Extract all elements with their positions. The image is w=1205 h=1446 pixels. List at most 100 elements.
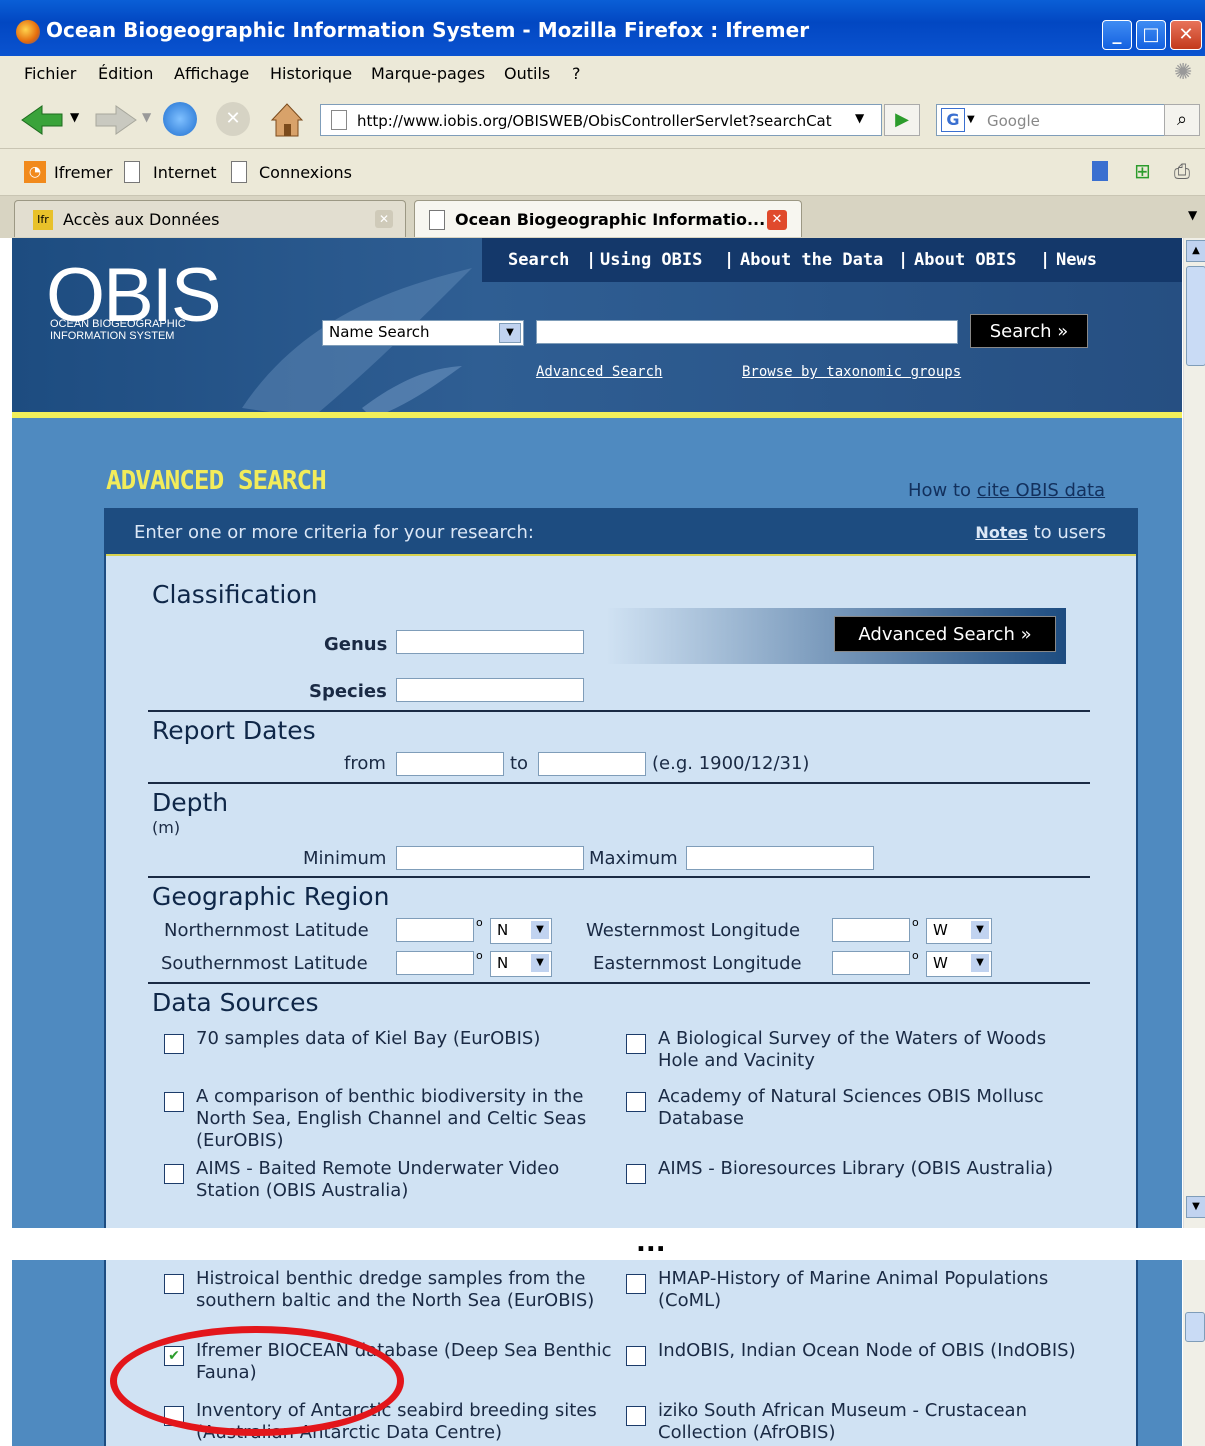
east-lon-input[interactable] <box>832 951 910 975</box>
reload-icon[interactable] <box>163 102 197 136</box>
source-checkbox[interactable] <box>626 1164 646 1184</box>
advanced-search-button[interactable]: Advanced Search » <box>834 616 1056 652</box>
firefox-icon <box>16 20 40 44</box>
source-checkbox[interactable] <box>626 1406 646 1426</box>
cite-obis-link[interactable]: cite OBIS data <box>977 480 1105 501</box>
source-checkbox[interactable] <box>626 1346 646 1366</box>
back-dropdown-icon[interactable]: ▼ <box>70 110 79 124</box>
scroll-up-icon[interactable]: ▲ <box>1186 240 1205 262</box>
throbber-icon: ✺ <box>1174 60 1193 85</box>
stop-icon[interactable]: ✕ <box>216 102 250 136</box>
source-label: HMAP-History of Marine Animal Population… <box>658 1268 1049 1311</box>
chevron-down-icon[interactable]: ▼ <box>531 921 549 939</box>
name-search-input[interactable] <box>536 320 958 344</box>
south-lat-dir-select[interactable]: N ▼ <box>490 951 552 977</box>
notes-link[interactable]: Notes <box>975 523 1027 542</box>
forward-icon[interactable] <box>92 104 138 136</box>
google-icon[interactable]: G <box>941 108 965 132</box>
date-from-input[interactable] <box>396 752 504 776</box>
tab-list-icon[interactable]: ▼ <box>1188 208 1197 222</box>
chevron-down-icon[interactable]: ▼ <box>531 954 549 972</box>
species-label: Species <box>309 681 387 702</box>
menu-affichage[interactable]: Affichage <box>174 64 249 83</box>
vertical-scrollbar[interactable] <box>1183 1260 1205 1446</box>
from-label: from <box>344 753 386 774</box>
menu-marque-pages[interactable]: Marque-pages <box>371 64 485 83</box>
go-button[interactable]: ▶ <box>884 104 920 136</box>
source-checkbox[interactable] <box>164 1092 184 1112</box>
genus-input[interactable] <box>396 630 584 654</box>
scroll-thumb[interactable] <box>1186 266 1205 366</box>
nav-about-data[interactable]: About the Data <box>740 250 883 270</box>
source-checkbox[interactable] <box>626 1034 646 1054</box>
vertical-scrollbar[interactable]: ▲ ▼ <box>1183 238 1205 1228</box>
chevron-down-icon[interactable]: ▼ <box>971 954 989 972</box>
nav-about-obis[interactable]: About OBIS <box>914 250 1016 270</box>
criteria-prompt: Enter one or more criteria for your rese… <box>134 522 534 543</box>
add-icon[interactable]: ⊞ <box>1134 159 1151 183</box>
source-checkbox[interactable] <box>164 1164 184 1184</box>
depth-min-input[interactable] <box>396 846 584 870</box>
menu-help[interactable]: ? <box>572 64 581 83</box>
engine-dropdown-icon[interactable]: ▼ <box>967 114 975 125</box>
panel-header: Enter one or more criteria for your rese… <box>106 510 1136 556</box>
url-bar[interactable]: http://www.iobis.org/OBISWEB/ObisControl… <box>320 104 882 136</box>
bookmark-internet[interactable]: Internet <box>153 163 217 182</box>
url-dropdown-icon[interactable]: ▼ <box>855 111 864 125</box>
menu-fichier[interactable]: Fichier <box>24 64 76 83</box>
source-checkbox[interactable] <box>626 1092 646 1112</box>
advanced-search-link[interactable]: Advanced Search <box>536 364 662 380</box>
source-label: A Biological Survey of the Waters of Woo… <box>658 1028 1047 1071</box>
nav-news[interactable]: News <box>1056 250 1097 270</box>
date-to-input[interactable] <box>538 752 646 776</box>
search-button[interactable]: Search » <box>970 314 1088 348</box>
north-lat-dir-select[interactable]: N ▼ <box>490 918 552 944</box>
source-label: Histroical benthic dredge samples from t… <box>196 1268 595 1311</box>
maximize-button[interactable]: □ <box>1136 20 1166 50</box>
chevron-down-icon[interactable]: ▼ <box>499 323 521 343</box>
page-icon <box>331 110 347 130</box>
nav-using-obis[interactable]: Using OBIS <box>600 250 702 270</box>
west-lon-dir-select[interactable]: W ▼ <box>926 918 992 944</box>
west-lon-input[interactable] <box>832 918 910 942</box>
search-placeholder: Google <box>987 112 1040 130</box>
browse-taxonomic-link[interactable]: Browse by taxonomic groups <box>742 364 961 380</box>
bookmark-connexions[interactable]: Connexions <box>259 163 352 182</box>
ifremer-favicon-icon: Ifr <box>33 210 53 230</box>
advanced-search-panel: Enter one or more criteria for your rese… <box>104 508 1138 1228</box>
minimize-button[interactable]: _ <box>1102 20 1132 50</box>
south-lat-dir-value: N <box>497 954 509 972</box>
bookmarks-toolbar: ◔ Ifremer Internet Connexions ⊞ ⎙ <box>0 149 1205 196</box>
forward-dropdown-icon[interactable]: ▼ <box>142 110 151 124</box>
home-icon[interactable] <box>268 100 306 138</box>
close-window-button[interactable]: ✕ <box>1170 20 1202 50</box>
chevron-down-icon[interactable]: ▼ <box>971 921 989 939</box>
nav-search[interactable]: Search <box>508 250 569 270</box>
depth-max-input[interactable] <box>686 846 874 870</box>
menu-outils[interactable]: Outils <box>504 64 550 83</box>
name-search-select[interactable]: Name Search ▼ <box>322 320 524 346</box>
source-checkbox[interactable] <box>164 1034 184 1054</box>
search-magnifier-icon[interactable]: ⌕ <box>1164 104 1200 136</box>
print-icon[interactable]: ⎙ <box>1174 159 1190 183</box>
south-lat-input[interactable] <box>396 951 474 975</box>
tab-ocean-biogeographic[interactable]: Ocean Biogeographic Informatio... ✕ <box>414 200 802 237</box>
menu-historique[interactable]: Historique <box>270 64 352 83</box>
bookmark-ifremer[interactable]: Ifremer <box>54 163 112 182</box>
bookmark-page-icon[interactable] <box>1092 161 1108 181</box>
source-checkbox[interactable] <box>164 1274 184 1294</box>
tab-close-icon[interactable]: ✕ <box>767 210 787 230</box>
east-lon-dir-select[interactable]: W ▼ <box>926 951 992 977</box>
navigation-toolbar: ▼ ▼ ✕ http://www.iobis.org/OBISWEB/ObisC… <box>0 92 1205 149</box>
scroll-down-icon[interactable]: ▼ <box>1186 1196 1205 1218</box>
source-checkbox[interactable] <box>626 1274 646 1294</box>
species-input[interactable] <box>396 678 584 702</box>
back-icon[interactable] <box>20 104 66 136</box>
search-engine-box[interactable]: G ▼ Google <box>936 104 1166 136</box>
tab-acces-donnees[interactable]: Ifr Accès aux Données ✕ <box>14 200 406 237</box>
scroll-thumb[interactable] <box>1185 1312 1205 1342</box>
north-lat-input[interactable] <box>396 918 474 942</box>
highlight-ellipse <box>110 1326 404 1436</box>
tab-close-icon[interactable]: ✕ <box>375 210 393 228</box>
menu-edition[interactable]: Édition <box>98 64 153 83</box>
